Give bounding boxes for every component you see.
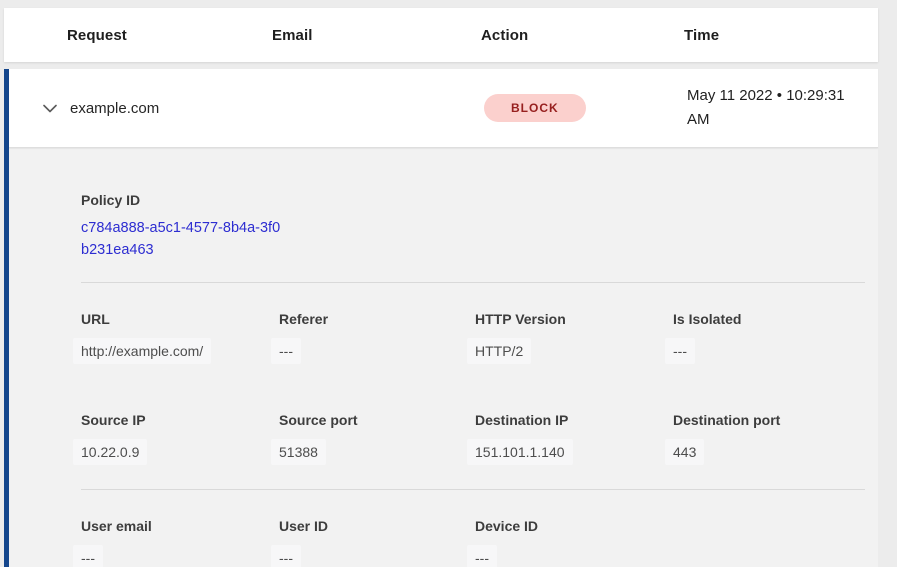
field-source-ip: Source IP 10.22.0.9 [81,410,279,465]
request-value: example.com [70,100,275,117]
policy-id-link[interactable]: c784a888-a5c1-4577-8b4a-3f0b231ea463 [81,218,281,261]
log-entry-expanded: example.com BLOCK May 11 2022 • 10:29:31… [4,69,878,567]
detail-row-http: URL http://example.com/ Referer --- HTTP… [9,309,878,364]
policy-section: Policy ID c784a888-a5c1-4577-8b4a-3f0b23… [9,190,878,261]
field-source-ip-value: 10.22.0.9 [73,439,147,465]
detail-row-user: User email --- User ID --- Device ID --- [9,516,878,567]
field-destination-ip-value: 151.101.1.140 [467,439,573,465]
status-badge-block: BLOCK [484,94,586,122]
field-user-email-value: --- [73,545,103,567]
field-user-email-label: User email [81,516,152,536]
action-cell: BLOCK [484,94,687,122]
column-header-email: Email [272,27,481,44]
field-referer: Referer --- [279,309,475,364]
section-divider [81,489,865,490]
field-referer-label: Referer [279,309,328,329]
section-divider [81,282,865,283]
field-is-isolated-value: --- [665,338,695,364]
field-user-id-value: --- [271,545,301,567]
field-user-id-label: User ID [279,516,328,536]
field-user-email: User email --- [81,516,279,567]
field-referer-value: --- [271,338,301,364]
field-device-id-label: Device ID [475,516,538,536]
field-http-version-value: HTTP/2 [467,338,531,364]
field-url: URL http://example.com/ [81,309,279,364]
field-device-id-value: --- [467,545,497,567]
logs-table: Request Email Action Time example.com BL… [4,8,878,567]
field-source-port: Source port 51388 [279,410,475,465]
table-header-row: Request Email Action Time [4,8,878,62]
detail-row-network: Source IP 10.22.0.9 Source port 51388 De… [9,410,878,465]
field-device-id: Device ID --- [475,516,673,567]
time-value: May 11 2022 • 10:29:31 AM [687,84,878,132]
field-user-id: User ID --- [279,516,475,567]
column-header-action: Action [481,27,684,44]
column-header-time: Time [684,27,878,44]
field-is-isolated-label: Is Isolated [673,309,741,329]
field-source-ip-label: Source IP [81,410,146,430]
field-destination-port-label: Destination port [673,410,780,430]
field-url-value: http://example.com/ [73,338,211,364]
field-is-isolated: Is Isolated --- [673,309,864,364]
policy-id-label: Policy ID [81,190,678,210]
field-source-port-value: 51388 [271,439,326,465]
logs-page: Request Email Action Time example.com BL… [0,0,897,567]
log-row[interactable]: example.com BLOCK May 11 2022 • 10:29:31… [9,69,878,148]
field-destination-port: Destination port 443 [673,410,864,465]
field-destination-ip: Destination IP 151.101.1.140 [475,410,673,465]
log-details-panel: Policy ID c784a888-a5c1-4577-8b4a-3f0b23… [9,148,878,567]
field-url-label: URL [81,309,110,329]
field-source-port-label: Source port [279,410,358,430]
column-header-request: Request [67,27,272,44]
field-empty [673,516,864,567]
field-http-version: HTTP Version HTTP/2 [475,309,673,364]
field-http-version-label: HTTP Version [475,309,566,329]
field-destination-port-value: 443 [665,439,704,465]
chevron-down-icon[interactable] [42,100,58,116]
field-destination-ip-label: Destination IP [475,410,568,430]
